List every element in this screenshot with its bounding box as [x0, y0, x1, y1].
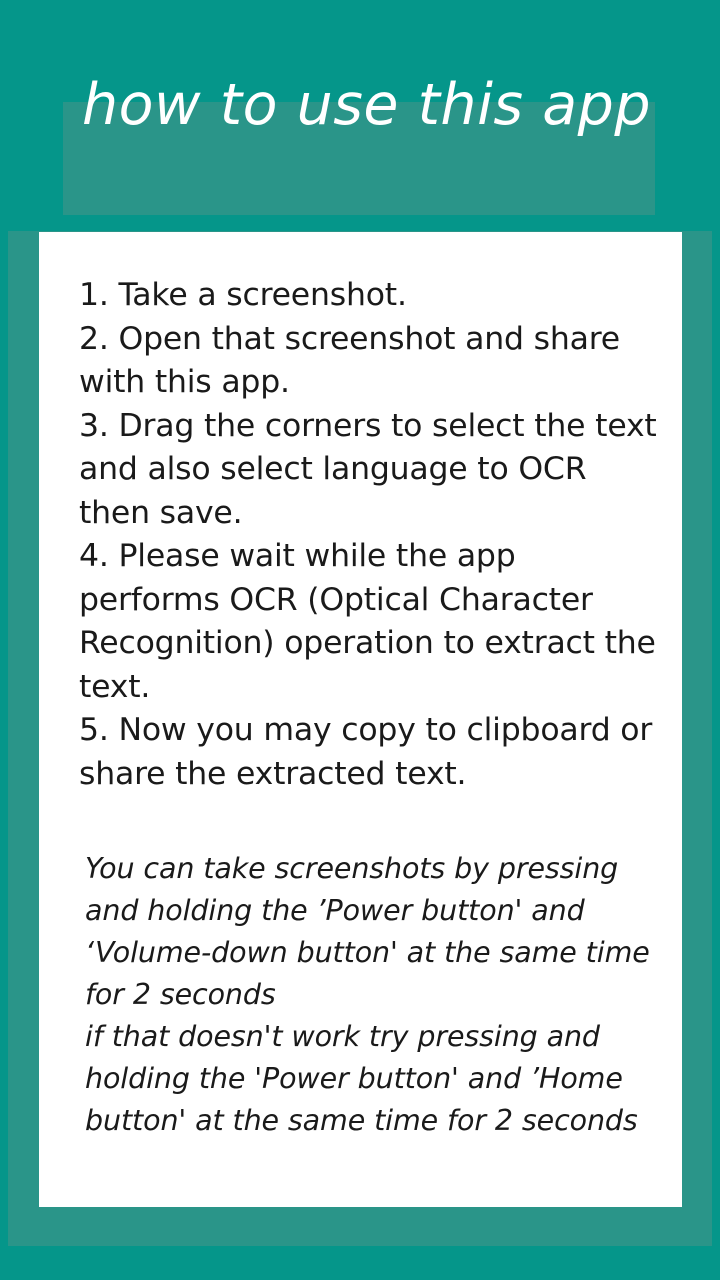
step-number: 5. [79, 712, 109, 748]
list-item: 5. Now you may copy to clipboard or shar… [79, 709, 664, 796]
list-item: 2. Open that screenshot and share with t… [79, 318, 664, 405]
step-text: Please wait while the app performs OCR (… [79, 538, 656, 705]
note-paragraph: if that doesn't work try pressing and ho… [85, 1020, 638, 1137]
app-screen: how to use this app 1. Take a screenshot… [0, 0, 720, 1280]
step-text: Take a screenshot. [118, 277, 407, 313]
instruction-steps-list: 1. Take a screenshot. 2. Open that scree… [79, 274, 664, 796]
instructions-card: 1. Take a screenshot. 2. Open that scree… [39, 232, 682, 1207]
list-item: 3. Drag the corners to select the text a… [79, 405, 664, 536]
page-title: how to use this app [82, 72, 652, 138]
note-paragraph: You can take screenshots by pressing and… [85, 852, 650, 1011]
step-number: 1. [79, 277, 109, 313]
step-text: Drag the corners to select the text and … [79, 407, 657, 531]
list-item: 1. Take a screenshot. [79, 274, 664, 318]
step-number: 3. [79, 407, 109, 444]
step-text: Open that screenshot and share with this… [79, 320, 620, 401]
screenshot-tip-note: You can take screenshots by pressing and… [85, 848, 664, 1142]
step-text: Now you may copy to clipboard or share t… [79, 712, 653, 792]
step-number: 2. [79, 320, 109, 357]
step-number: 4. [79, 538, 109, 574]
list-item: 4. Please wait while the app performs OC… [79, 535, 664, 709]
